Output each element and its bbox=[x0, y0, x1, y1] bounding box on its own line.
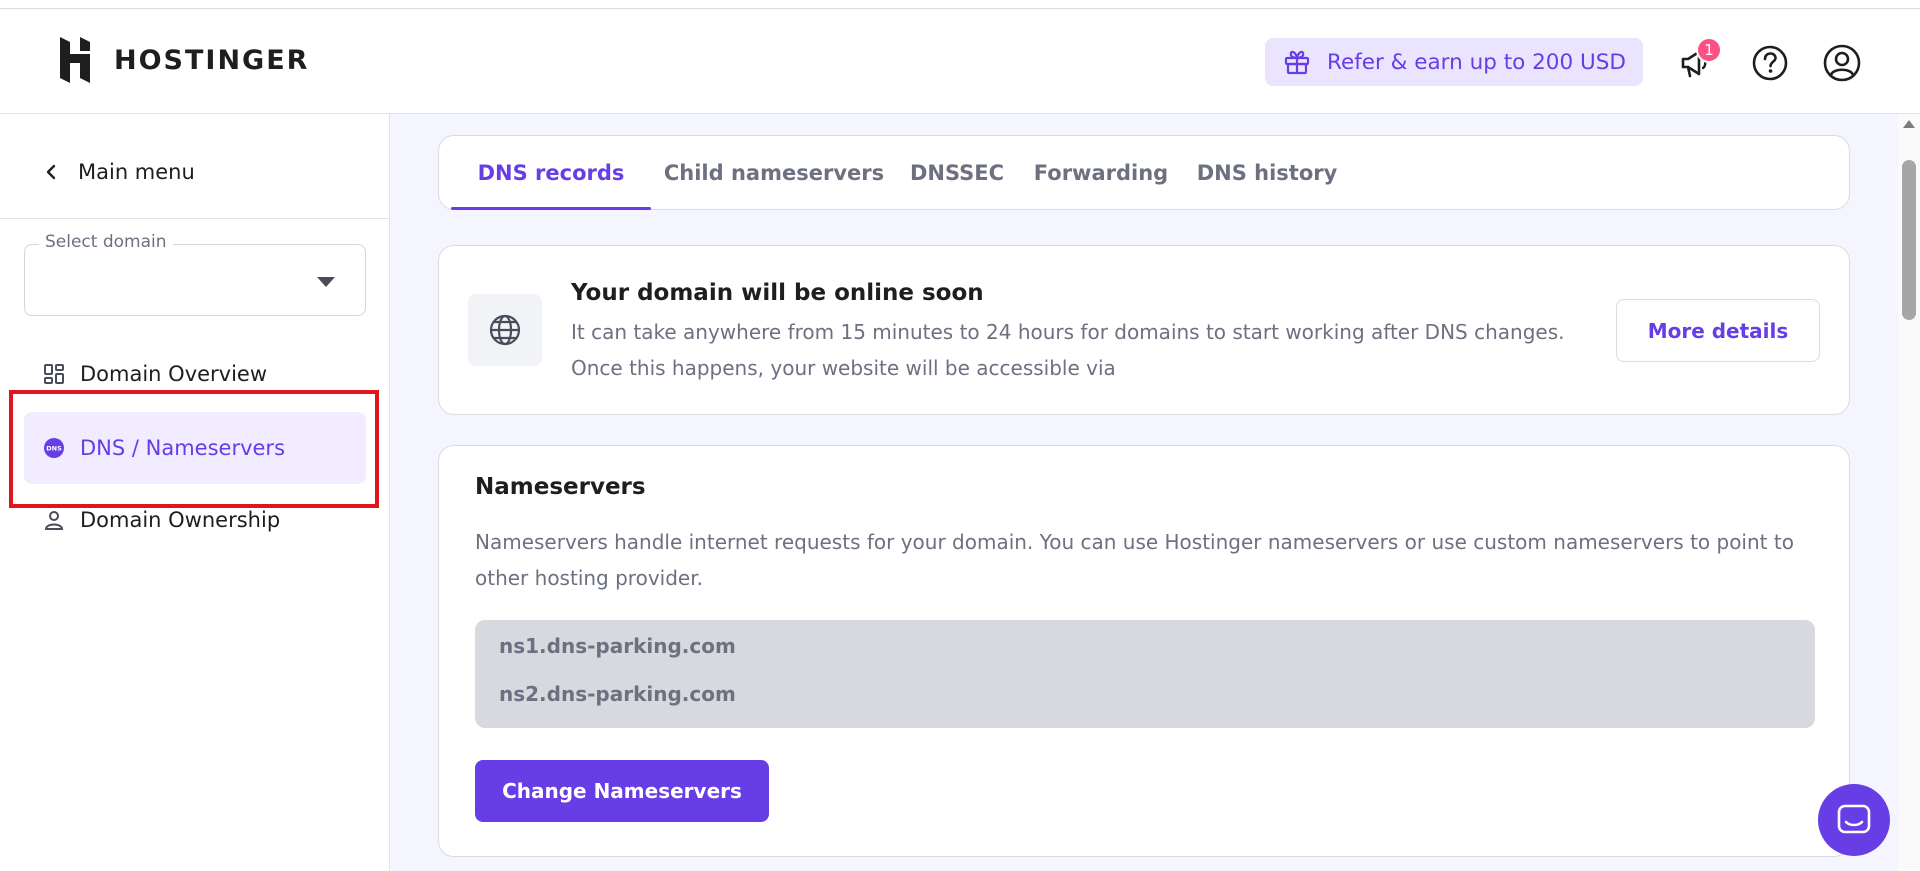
notice-text: It can take anywhere from 15 minutes to … bbox=[571, 320, 1565, 380]
dns-icon: DNS bbox=[42, 436, 66, 460]
nameserver-item: ns1.dns-parking.com bbox=[499, 634, 736, 658]
chat-button[interactable] bbox=[1818, 784, 1890, 856]
top-header: HOSTINGER Refer & earn up to 200 USD 1 bbox=[0, 9, 1920, 114]
sidebar: Main menu Select domain Domain Overview … bbox=[0, 114, 390, 871]
tab-dnssec[interactable]: DNSSEC bbox=[899, 136, 1015, 209]
select-domain-label: Select domain bbox=[39, 232, 173, 252]
caret-down-icon bbox=[317, 277, 335, 287]
notice-title: Your domain will be online soon bbox=[571, 280, 984, 306]
main-menu-label: Main menu bbox=[78, 160, 195, 184]
change-nameservers-button[interactable]: Change Nameservers bbox=[475, 760, 769, 822]
dns-tabs: DNS records Child nameservers DNSSEC For… bbox=[438, 135, 1850, 210]
gift-icon bbox=[1281, 46, 1313, 78]
tab-dns-history[interactable]: DNS history bbox=[1187, 136, 1347, 209]
help-icon bbox=[1752, 45, 1788, 81]
nameserver-item: ns2.dns-parking.com bbox=[499, 682, 736, 706]
more-details-button[interactable]: More details bbox=[1616, 299, 1820, 362]
nameservers-description: Nameservers handle internet requests for… bbox=[475, 530, 1794, 590]
sidebar-divider bbox=[0, 218, 389, 219]
globe-icon bbox=[468, 294, 542, 366]
tab-child-nameservers[interactable]: Child nameservers bbox=[659, 136, 889, 209]
sidebar-item-domain-ownership[interactable]: Domain Ownership bbox=[24, 484, 366, 556]
account-icon bbox=[1823, 44, 1861, 82]
chat-icon bbox=[1837, 804, 1871, 834]
hostinger-logo[interactable]: HOSTINGER bbox=[60, 37, 309, 83]
svg-text:DNS: DNS bbox=[46, 445, 62, 453]
notification-badge: 1 bbox=[1696, 37, 1722, 63]
refer-label: Refer & earn up to 200 USD bbox=[1327, 49, 1626, 75]
hostinger-logo-icon bbox=[60, 37, 90, 83]
window-top-edge bbox=[0, 0, 1920, 9]
main-content: DNS records Child nameservers DNSSEC For… bbox=[390, 114, 1898, 871]
grid-icon bbox=[42, 362, 66, 386]
sidebar-item-domain-overview[interactable]: Domain Overview bbox=[24, 338, 366, 410]
scroll-up-arrow-icon[interactable] bbox=[1903, 120, 1915, 128]
scroll-thumb[interactable] bbox=[1902, 160, 1916, 320]
refer-earn-button[interactable]: Refer & earn up to 200 USD bbox=[1265, 38, 1643, 86]
nameservers-card: Nameservers Nameservers handle internet … bbox=[438, 445, 1850, 857]
tab-forwarding[interactable]: Forwarding bbox=[1031, 136, 1171, 209]
tab-dns-records[interactable]: DNS records bbox=[451, 136, 651, 210]
page-scrollbar[interactable] bbox=[1898, 114, 1920, 871]
select-domain-dropdown[interactable]: Select domain bbox=[24, 232, 366, 316]
sidebar-item-label: Domain Overview bbox=[80, 362, 268, 386]
logo-text: HOSTINGER bbox=[114, 44, 310, 76]
notifications-button[interactable]: 1 bbox=[1674, 37, 1722, 85]
help-button[interactable] bbox=[1748, 41, 1792, 85]
account-button[interactable] bbox=[1820, 41, 1864, 85]
chevron-left-icon bbox=[46, 164, 56, 180]
sidebar-item-label: DNS / Nameservers bbox=[80, 436, 286, 460]
main-menu-link[interactable]: Main menu bbox=[44, 160, 195, 184]
domain-online-notice: Your domain will be online soon It can t… bbox=[438, 245, 1850, 415]
nameservers-title: Nameservers bbox=[475, 474, 646, 500]
sidebar-item-label: Domain Ownership bbox=[80, 508, 281, 532]
sidebar-item-dns-nameservers[interactable]: DNS DNS / Nameservers bbox=[24, 412, 366, 484]
nameservers-list: ns1.dns-parking.com ns2.dns-parking.com bbox=[475, 620, 1815, 728]
user-icon bbox=[42, 508, 66, 532]
